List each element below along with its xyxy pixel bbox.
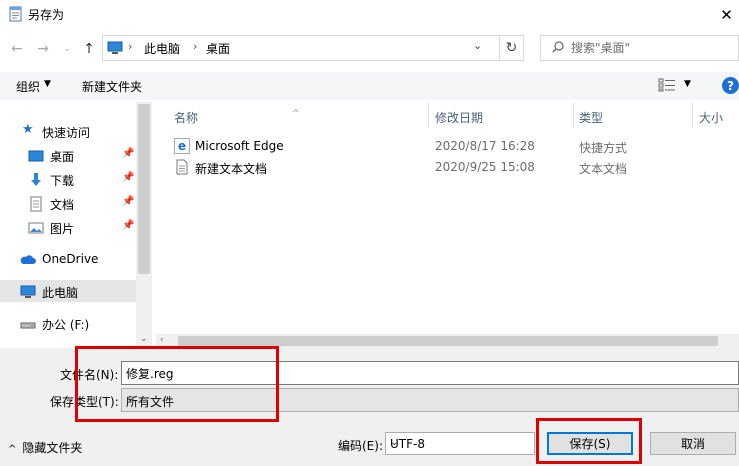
file-modified: 2020/9/25 15:08	[435, 160, 535, 174]
horizontal-scrollbar[interactable]: ‹	[156, 334, 739, 348]
cloud-icon	[20, 255, 36, 264]
sidebar-item-pictures[interactable]: 图片 📌	[0, 216, 136, 238]
chevron-down-icon: ⌄	[390, 437, 399, 448]
sidebar-item-label: 此电脑	[42, 286, 79, 300]
svg-text:e: e	[178, 139, 186, 153]
encoding-label: 编码(E):	[338, 439, 383, 453]
pin-icon[interactable]: 📌	[122, 196, 134, 207]
sidebar-item-label: 下载	[50, 174, 75, 188]
horizontal-scrollbar-thumb[interactable]	[178, 336, 718, 346]
close-button[interactable]: ✕	[714, 0, 739, 30]
search-icon	[552, 41, 564, 53]
column-header-type[interactable]: 类型	[574, 102, 692, 128]
picture-icon	[28, 222, 44, 234]
pin-icon[interactable]: 📌	[122, 220, 134, 231]
sidebar-item-desktop[interactable]: 桌面 📌	[0, 144, 136, 166]
this-pc-icon	[107, 41, 123, 54]
pin-icon[interactable]: 📌	[122, 172, 134, 183]
sidebar-item-documents[interactable]: 文档 📌	[0, 192, 136, 214]
sidebar-item-quick-access[interactable]: ★ 快速访问	[0, 120, 136, 142]
breadcrumb-separator-icon: ›	[128, 40, 133, 53]
back-arrow-icon[interactable]: ←	[6, 38, 28, 60]
file-row[interactable]: 新建文本文档 2020/9/25 15:08 文本文档	[172, 157, 739, 178]
view-options-icon[interactable]	[658, 78, 676, 92]
file-type: 文本文档	[579, 162, 628, 176]
chevron-down-icon: ⌄	[126, 393, 135, 404]
star-icon: ★	[22, 122, 34, 137]
search-input[interactable]	[571, 39, 731, 57]
notepad-icon	[9, 6, 22, 22]
pin-icon[interactable]: 📌	[122, 148, 134, 159]
breadcrumb-desktop[interactable]: 桌面	[206, 40, 230, 57]
chevron-up-icon: ^	[8, 444, 17, 455]
column-header-label: 名称	[174, 111, 199, 125]
download-arrow-icon	[31, 173, 41, 186]
address-dropdown-chevron-icon[interactable]: ⌄	[473, 39, 482, 52]
edge-shortcut-icon: e	[174, 138, 190, 154]
navigation-pane: ★ 快速访问 桌面 📌 下载 📌 文档 📌 图片 📌 OneDrive 此电脑 …	[0, 102, 152, 348]
file-type: 快捷方式	[579, 141, 628, 155]
file-list: 名称 ^ 修改日期 类型 大小 e Microsoft Edge 2020/8/…	[152, 102, 739, 348]
text-document-icon	[176, 159, 188, 175]
hide-folders-label: 隐藏文件夹	[22, 441, 83, 455]
window-title: 另存为	[28, 8, 65, 22]
command-toolbar: 组织 ▼ 新建文件夹 ▼ ?	[0, 72, 739, 100]
encoding-select[interactable]: UTF-8 ⌄	[385, 432, 535, 455]
sidebar-item-label: 快速访问	[42, 126, 91, 140]
view-caret-icon[interactable]: ▼	[684, 79, 691, 89]
sidebar-item-label: 图片	[50, 222, 75, 236]
filename-input[interactable]	[121, 361, 739, 385]
organize-menu[interactable]: 组织	[16, 78, 40, 95]
address-bar-row: ← → ⌄ ↑ › 此电脑 › 桌面 ⌄ ↻	[0, 30, 739, 68]
save-form: 文件名(N): 保存类型(T): 所有文件 ⌄ ^ 隐藏文件夹 编码(E): UT…	[0, 348, 739, 466]
column-header-label: 类型	[579, 111, 604, 125]
filename-label: 文件名(N):	[60, 368, 119, 382]
filetype-select[interactable]: 所有文件 ⌄	[121, 388, 739, 412]
scroll-down-chevron-icon[interactable]: ⌄	[140, 334, 148, 344]
column-header-modified[interactable]: 修改日期	[429, 102, 573, 128]
search-box[interactable]	[540, 35, 739, 61]
document-icon	[30, 196, 42, 212]
file-name: 新建文本文档	[195, 162, 268, 176]
sidebar-item-label: 办公 (F:)	[42, 318, 90, 332]
sort-ascending-icon: ^	[292, 109, 300, 119]
save-button[interactable]: 保存(S)	[547, 432, 633, 455]
sidebar-item-drive-f[interactable]: 办公 (F:)	[0, 312, 136, 334]
cancel-button[interactable]: 取消	[650, 432, 736, 455]
column-header-label: 大小	[699, 111, 724, 125]
filetype-label: 保存类型(T):	[50, 395, 119, 409]
up-arrow-icon[interactable]: ↑	[78, 38, 100, 60]
address-box[interactable]: › 此电脑 › 桌面 ⌄ ↻	[102, 35, 524, 61]
sidebar-item-downloads[interactable]: 下载 📌	[0, 168, 136, 190]
file-name: Microsoft Edge	[195, 139, 284, 153]
column-header-size[interactable]: 大小	[693, 102, 739, 128]
sidebar-item-onedrive[interactable]: OneDrive	[0, 248, 136, 270]
breadcrumb-this-pc[interactable]: 此电脑	[144, 40, 180, 57]
refresh-icon[interactable]: ↻	[499, 36, 523, 60]
new-folder-button[interactable]: 新建文件夹	[82, 78, 142, 95]
recent-locations-chevron-icon[interactable]: ⌄	[56, 38, 78, 60]
sidebar-item-label: 桌面	[50, 150, 75, 164]
hide-folders-toggle[interactable]: ^ 隐藏文件夹	[8, 439, 82, 456]
sidebar-item-label: OneDrive	[42, 252, 99, 266]
title-bar: 另存为 ✕	[0, 0, 739, 30]
breadcrumb-separator-icon: ›	[193, 40, 198, 53]
help-icon[interactable]: ?	[722, 77, 739, 94]
navigation-scrollbar-thumb[interactable]	[138, 104, 150, 274]
scroll-left-chevron-icon[interactable]: ‹	[160, 335, 164, 345]
this-pc-icon	[20, 285, 36, 298]
organize-caret-icon[interactable]: ▼	[44, 79, 51, 89]
forward-arrow-icon[interactable]: →	[32, 38, 54, 60]
sidebar-item-label: 文档	[50, 198, 75, 212]
file-modified: 2020/8/17 16:28	[435, 139, 535, 153]
desktop-icon	[28, 150, 44, 162]
sidebar-item-this-pc[interactable]: 此电脑	[0, 280, 136, 302]
file-row[interactable]: e Microsoft Edge 2020/8/17 16:28 快捷方式	[172, 136, 739, 157]
drive-icon	[20, 322, 36, 329]
column-header-name[interactable]: 名称 ^	[152, 102, 428, 128]
column-header-label: 修改日期	[435, 111, 484, 125]
